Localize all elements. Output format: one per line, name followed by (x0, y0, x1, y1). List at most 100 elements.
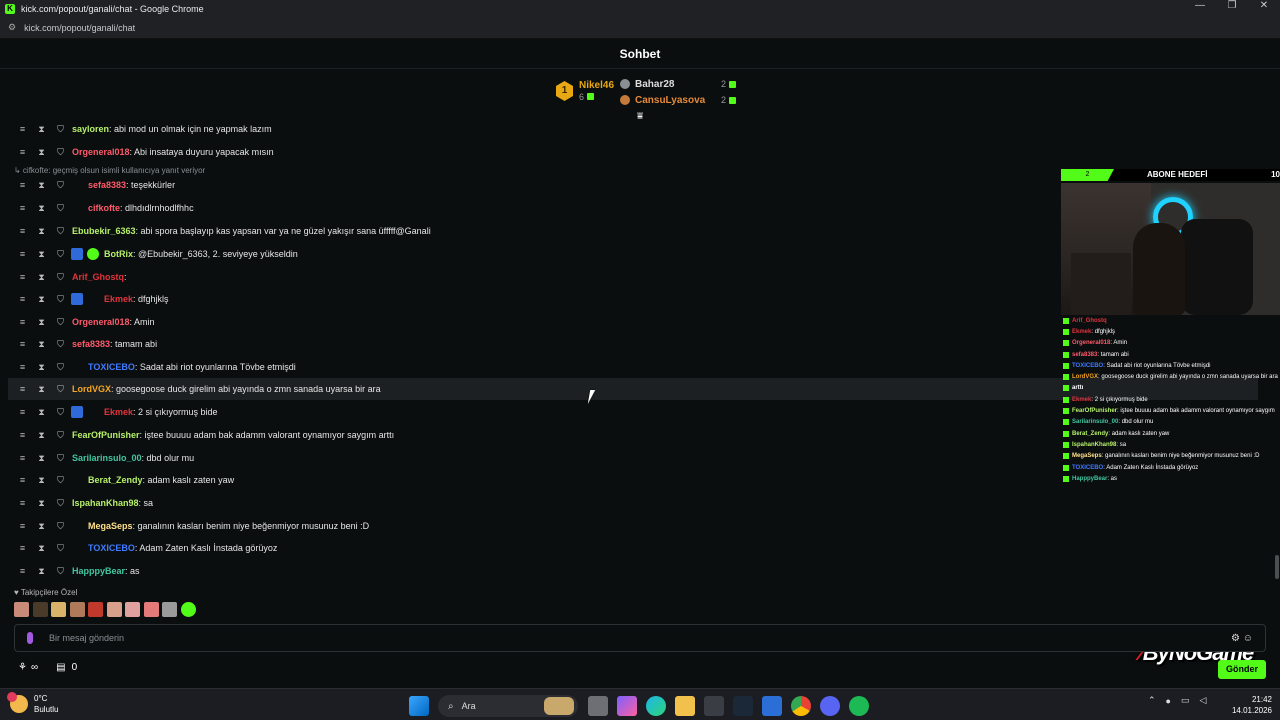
spotify-icon[interactable] (849, 696, 869, 716)
message-username[interactable]: IspahanKhan98 (72, 498, 139, 508)
emote-icon[interactable] (51, 602, 66, 617)
pin-icon[interactable]: ≡ (16, 475, 29, 485)
message-username[interactable]: HapppyBear (72, 566, 125, 576)
message-username[interactable]: BotRix (104, 249, 133, 259)
store-app-icon[interactable] (704, 696, 724, 716)
taskbar-search[interactable]: ⌕ Ara (438, 695, 578, 717)
ban-shield-icon[interactable]: ⛉ (54, 498, 67, 509)
ban-shield-icon[interactable]: ⛉ (54, 543, 67, 554)
emote-icon[interactable] (88, 602, 103, 617)
message-username[interactable]: Ekmek (104, 407, 133, 417)
ban-shield-icon[interactable]: ⛉ (54, 203, 67, 214)
ban-shield-icon[interactable]: ⛉ (54, 453, 67, 464)
timeout-icon[interactable]: ⧗ (35, 430, 48, 441)
message-username[interactable]: Ebubekir_6363 (72, 226, 136, 236)
pin-icon[interactable]: ≡ (16, 384, 29, 394)
timeout-icon[interactable]: ⧗ (35, 294, 48, 305)
pin-icon[interactable]: ≡ (16, 203, 29, 213)
timeout-icon[interactable]: ⧗ (35, 339, 48, 350)
emote-icon[interactable] (14, 602, 29, 617)
mail-icon[interactable] (762, 696, 782, 716)
ban-shield-icon[interactable]: ⛉ (54, 407, 67, 418)
pin-icon[interactable]: ≡ (16, 226, 29, 236)
ban-shield-icon[interactable]: ⛉ (54, 430, 67, 441)
store-icon[interactable]: ▤ (56, 662, 65, 673)
pin-icon[interactable]: ≡ (16, 521, 29, 531)
pin-icon[interactable]: ≡ (16, 430, 29, 440)
pin-icon[interactable]: ≡ (16, 124, 29, 134)
leaderboard-first[interactable]: 1 Nikel46 6 (556, 80, 614, 102)
clock[interactable]: 21:42 14.01.2026 (1228, 694, 1272, 716)
message-username[interactable]: Orgeneral018 (72, 147, 130, 157)
ban-shield-icon[interactable]: ⛉ (54, 521, 67, 532)
file-explorer-icon[interactable] (675, 696, 695, 716)
infinity-icon[interactable]: ∞ (31, 662, 38, 673)
network-icon[interactable]: ▭ (1181, 695, 1190, 706)
timeout-icon[interactable]: ⧗ (35, 521, 48, 532)
chat-message[interactable]: ≡ ⧗ ⛉ IspahanKhan98: sa (8, 492, 1258, 514)
ban-shield-icon[interactable]: ⛉ (54, 566, 67, 577)
pin-icon[interactable]: ≡ (16, 317, 29, 327)
emote-icon[interactable] (143, 602, 159, 617)
timeout-icon[interactable]: ⧗ (35, 407, 48, 418)
chrome-icon[interactable] (791, 696, 811, 716)
settings-icon[interactable]: ⚘ (18, 662, 27, 673)
message-username[interactable]: MegaSeps (88, 521, 133, 531)
timeout-icon[interactable]: ⧗ (35, 147, 48, 158)
chat-message[interactable]: ≡ ⧗ ⛉ sayloren: abi mod un olmak için ne ya… (8, 118, 1258, 140)
emote-icon[interactable] (69, 602, 85, 617)
timeout-icon[interactable]: ⧗ (35, 498, 48, 509)
discord-icon[interactable] (820, 696, 840, 716)
volume-icon[interactable]: ◁ (1200, 695, 1207, 706)
pin-icon[interactable]: ≡ (16, 362, 29, 372)
pin-icon[interactable]: ≡ (16, 294, 29, 304)
mic-icon[interactable] (27, 632, 33, 644)
chat-message[interactable]: ≡ ⧗ ⛉ sub-red MegaSeps: ganalının kasları be… (8, 515, 1258, 537)
timeout-icon[interactable]: ⧗ (35, 453, 48, 464)
edge-icon[interactable] (646, 696, 666, 716)
pin-icon[interactable]: ≡ (16, 180, 29, 190)
message-username[interactable]: FearOfPunisher (72, 430, 140, 440)
emote-icon[interactable] (180, 602, 196, 617)
timeout-icon[interactable]: ⧗ (35, 543, 48, 554)
pin-icon[interactable]: ≡ (16, 249, 29, 259)
emote-icon[interactable] (32, 602, 48, 617)
copilot-icon[interactable] (617, 696, 637, 716)
message-username[interactable]: Orgeneral018 (72, 317, 130, 327)
timeout-icon[interactable]: ⧗ (35, 384, 48, 395)
chat-scrollbar[interactable] (1275, 70, 1279, 680)
timeout-icon[interactable]: ⧗ (35, 272, 48, 283)
ban-shield-icon[interactable]: ⛉ (54, 147, 67, 158)
ban-shield-icon[interactable]: ⛉ (54, 384, 67, 395)
timeout-icon[interactable]: ⧗ (35, 475, 48, 486)
message-username[interactable]: sayloren (72, 124, 109, 134)
pin-icon[interactable]: ≡ (16, 566, 29, 576)
message-username[interactable]: Ekmek (104, 294, 133, 304)
pin-icon[interactable]: ≡ (16, 147, 29, 157)
message-username[interactable]: TOXICEBO (88, 543, 135, 553)
message-username[interactable]: Arif_Ghostq (72, 272, 124, 282)
mic-tray-icon[interactable]: ● (1166, 696, 1171, 706)
ban-shield-icon[interactable]: ⛉ (54, 226, 67, 237)
steam-icon[interactable] (733, 696, 753, 716)
chat-input[interactable]: Bir mesaj gönderin ⚙ ☺ (14, 624, 1266, 652)
restore-button[interactable]: ❐ (1216, 0, 1248, 11)
ban-shield-icon[interactable]: ⛉ (54, 180, 67, 191)
weather-widget[interactable]: 0°C Bulutlu (7, 692, 58, 715)
timeout-icon[interactable]: ⧗ (35, 249, 48, 260)
ban-shield-icon[interactable]: ⛉ (54, 272, 67, 283)
pin-icon[interactable]: ≡ (16, 543, 29, 553)
timeout-icon[interactable]: ⧗ (35, 362, 48, 373)
pin-icon[interactable]: ≡ (16, 407, 29, 417)
message-username[interactable]: cifkofte (88, 203, 120, 213)
leaderboard-row[interactable]: Bahar28 2 (620, 76, 737, 92)
message-username[interactable]: TOXICEBO (88, 362, 135, 372)
pin-icon[interactable]: ≡ (16, 498, 29, 508)
chat-message[interactable]: ≡ ⧗ ⛉ HapppyBear: as (8, 560, 1258, 582)
ban-shield-icon[interactable]: ⛉ (54, 362, 67, 373)
ban-shield-icon[interactable]: ⛉ (54, 317, 67, 328)
emote-icon[interactable] (125, 602, 140, 617)
timeout-icon[interactable]: ⧗ (35, 226, 48, 237)
start-icon[interactable] (409, 696, 429, 716)
send-button[interactable]: Gönder (1218, 660, 1266, 679)
